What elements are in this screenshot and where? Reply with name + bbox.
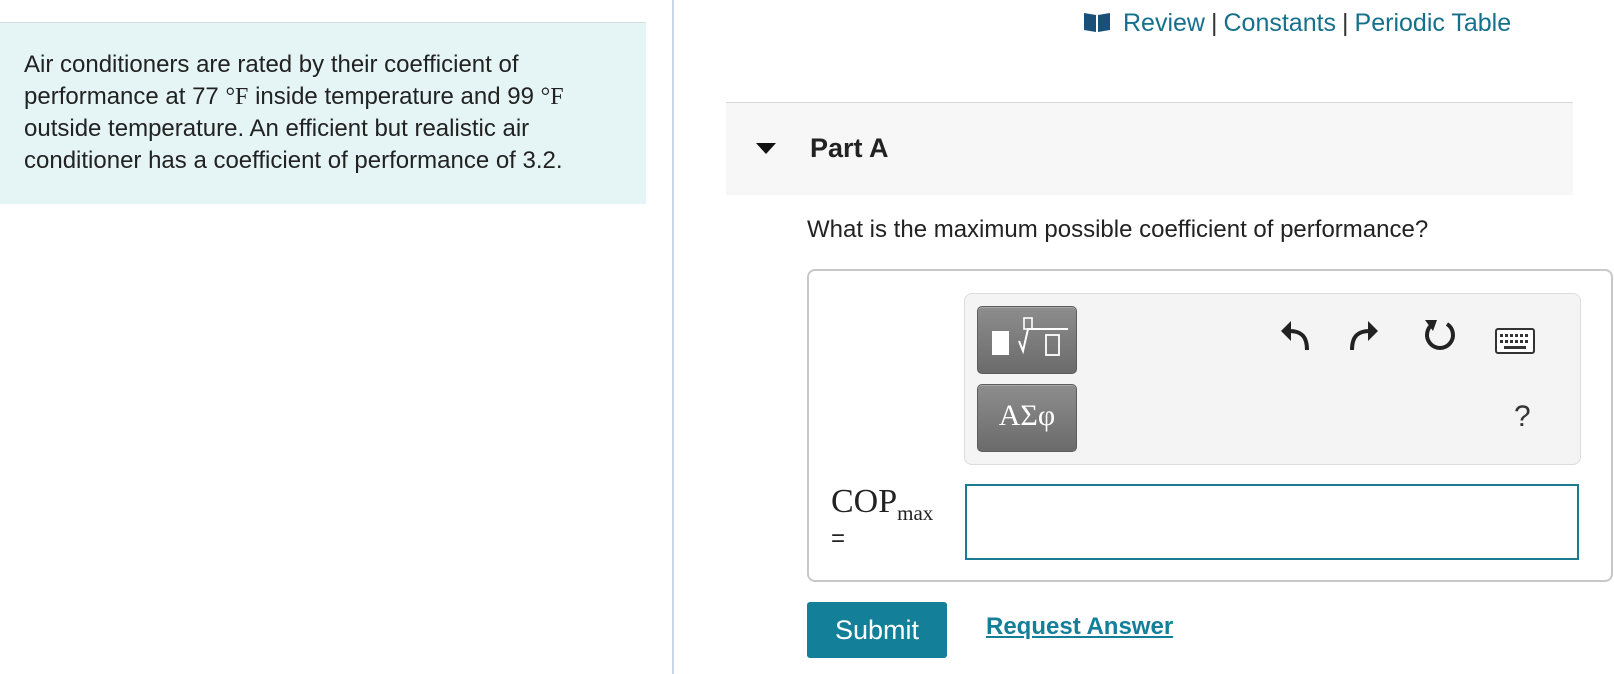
link-separator: | (1342, 9, 1349, 37)
panel-divider (672, 0, 674, 674)
reset-icon[interactable] (1421, 316, 1459, 359)
undo-icon[interactable] (1277, 316, 1313, 357)
answer-input[interactable] (965, 484, 1579, 560)
link-separator: | (1210, 9, 1218, 37)
question-text: What is the maximum possible coefficient… (807, 216, 1429, 243)
answer-variable-label: COPmax (831, 483, 933, 526)
constants-link[interactable]: Constants (1223, 9, 1336, 37)
part-a-header[interactable]: Part A (726, 102, 1573, 195)
math-toolbar: ΑΣφ ? (964, 293, 1581, 465)
request-answer-link[interactable]: Request Answer (986, 613, 1173, 641)
periodic-table-link[interactable]: Periodic Table (1355, 9, 1512, 37)
review-link[interactable]: Review (1123, 9, 1205, 37)
resource-links: Review | Constants | Periodic Table (1083, 9, 1511, 40)
variable-name: COP (831, 483, 898, 520)
help-button[interactable]: ? (1514, 400, 1531, 434)
templates-button[interactable] (977, 306, 1077, 374)
problem-text-2: inside temperature and 99 (248, 83, 541, 110)
redo-icon[interactable] (1346, 316, 1382, 357)
temperature-unit: °F (540, 84, 564, 110)
variable-subscript: max (897, 500, 934, 525)
answer-area: ΑΣφ ? COPmax = (807, 269, 1613, 582)
keyboard-icon[interactable] (1495, 328, 1535, 359)
equals-sign: = (831, 525, 846, 552)
book-icon (1083, 11, 1111, 40)
submit-button[interactable]: Submit (807, 602, 947, 658)
part-title: Part A (810, 133, 889, 163)
problem-text-3: outside temperature. An efficient but re… (24, 115, 563, 174)
collapse-caret-icon[interactable] (756, 143, 776, 154)
templates-icon (992, 317, 1068, 356)
problem-statement: Air conditioners are rated by their coef… (0, 23, 646, 204)
temperature-unit: °F (225, 84, 249, 110)
greek-symbols-button[interactable]: ΑΣφ (977, 384, 1077, 452)
